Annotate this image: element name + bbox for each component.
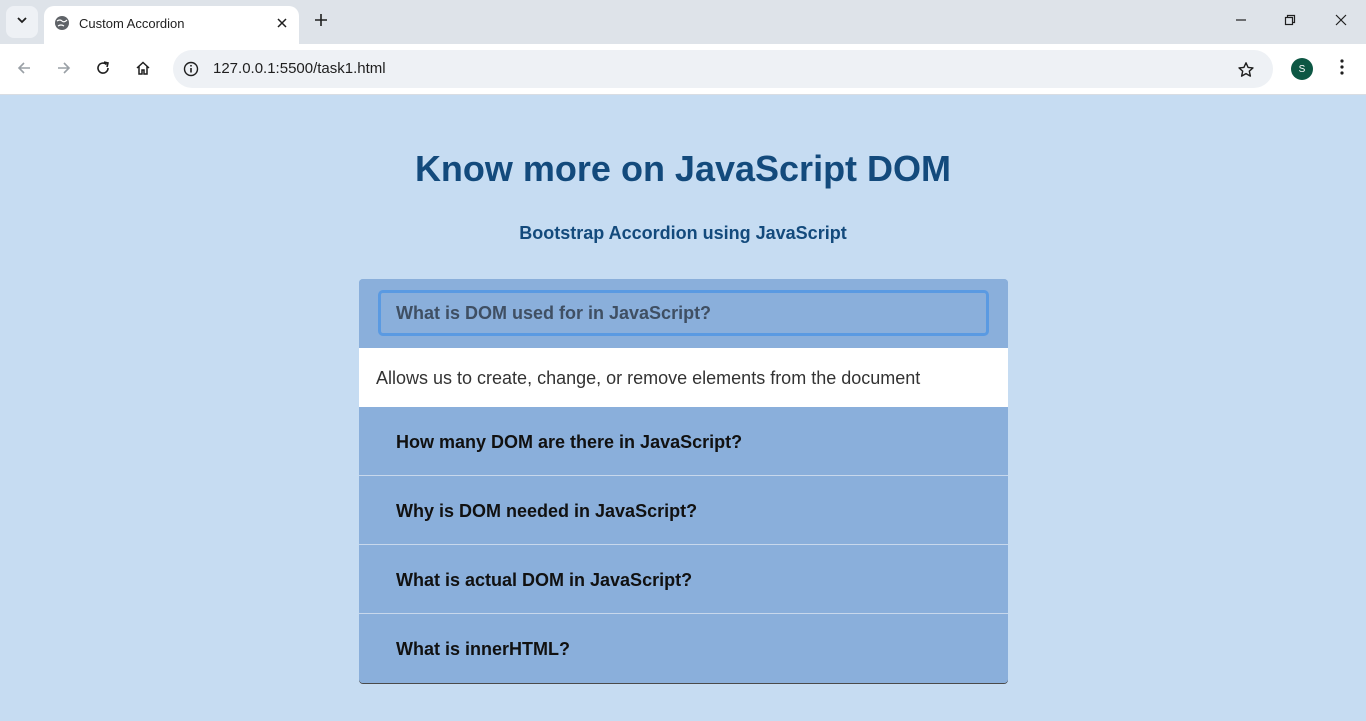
reload-icon: [95, 60, 111, 81]
accordion: What is DOM used for in JavaScript? Allo…: [359, 279, 1008, 683]
avatar[interactable]: S: [1291, 58, 1313, 80]
close-icon: [1335, 13, 1347, 31]
info-icon[interactable]: [181, 59, 201, 79]
accordion-question: What is DOM used for in JavaScript?: [396, 303, 712, 323]
restore-icon: [1284, 13, 1296, 31]
window-close-button[interactable]: [1325, 7, 1357, 37]
accordion-question: What is innerHTML?: [396, 639, 570, 659]
new-tab-button[interactable]: [309, 10, 333, 34]
accordion-question: How many DOM are there in JavaScript?: [396, 432, 743, 452]
minimize-icon: [1235, 13, 1247, 31]
accordion-header[interactable]: Why is DOM needed in JavaScript?: [359, 476, 1008, 545]
accordion-question: Why is DOM needed in JavaScript?: [396, 501, 698, 521]
url-text: 127.0.0.1:5500/task1.html: [213, 60, 386, 77]
chevron-down-icon: [16, 13, 28, 31]
globe-icon: [54, 15, 70, 31]
back-button[interactable]: [10, 56, 38, 84]
browser-toolbar: 127.0.0.1:5500/task1.html S: [0, 44, 1366, 95]
reload-button[interactable]: [89, 56, 117, 84]
star-icon[interactable]: [1235, 59, 1257, 81]
page-content: Know more on JavaScript DOM Bootstrap Ac…: [0, 96, 1366, 721]
kebab-menu-icon: [1340, 58, 1344, 80]
home-icon: [135, 60, 151, 81]
minimize-button[interactable]: [1225, 7, 1257, 37]
arrow-left-icon: [16, 60, 32, 81]
tab-title: Custom Accordion: [79, 16, 185, 31]
tab-search-button[interactable]: [6, 6, 38, 38]
accordion-header[interactable]: What is DOM used for in JavaScript?: [359, 279, 1008, 348]
browser-tab[interactable]: Custom Accordion: [44, 6, 299, 44]
browser-tabstrip: Custom Accordion: [0, 0, 1366, 44]
forward-button[interactable]: [50, 56, 78, 84]
address-bar[interactable]: 127.0.0.1:5500/task1.html: [173, 50, 1273, 88]
accordion-answer: Allows us to create, change, or remove e…: [376, 368, 921, 388]
accordion-body: Allows us to create, change, or remove e…: [359, 348, 1008, 407]
accordion-header[interactable]: How many DOM are there in JavaScript?: [359, 407, 1008, 476]
page-title: Know more on JavaScript DOM: [414, 148, 952, 189]
accordion-header[interactable]: What is actual DOM in JavaScript?: [359, 545, 1008, 614]
accordion-question: What is actual DOM in JavaScript?: [396, 570, 693, 590]
close-icon[interactable]: [272, 13, 292, 33]
restore-button[interactable]: [1274, 7, 1306, 37]
arrow-right-icon: [56, 60, 72, 81]
accordion-header[interactable]: What is innerHTML?: [359, 614, 1008, 683]
plus-icon: [314, 13, 328, 32]
home-button[interactable]: [129, 56, 157, 84]
more-menu-button[interactable]: [1330, 56, 1354, 82]
page-subtitle: Bootstrap Accordion using JavaScript: [519, 223, 847, 243]
